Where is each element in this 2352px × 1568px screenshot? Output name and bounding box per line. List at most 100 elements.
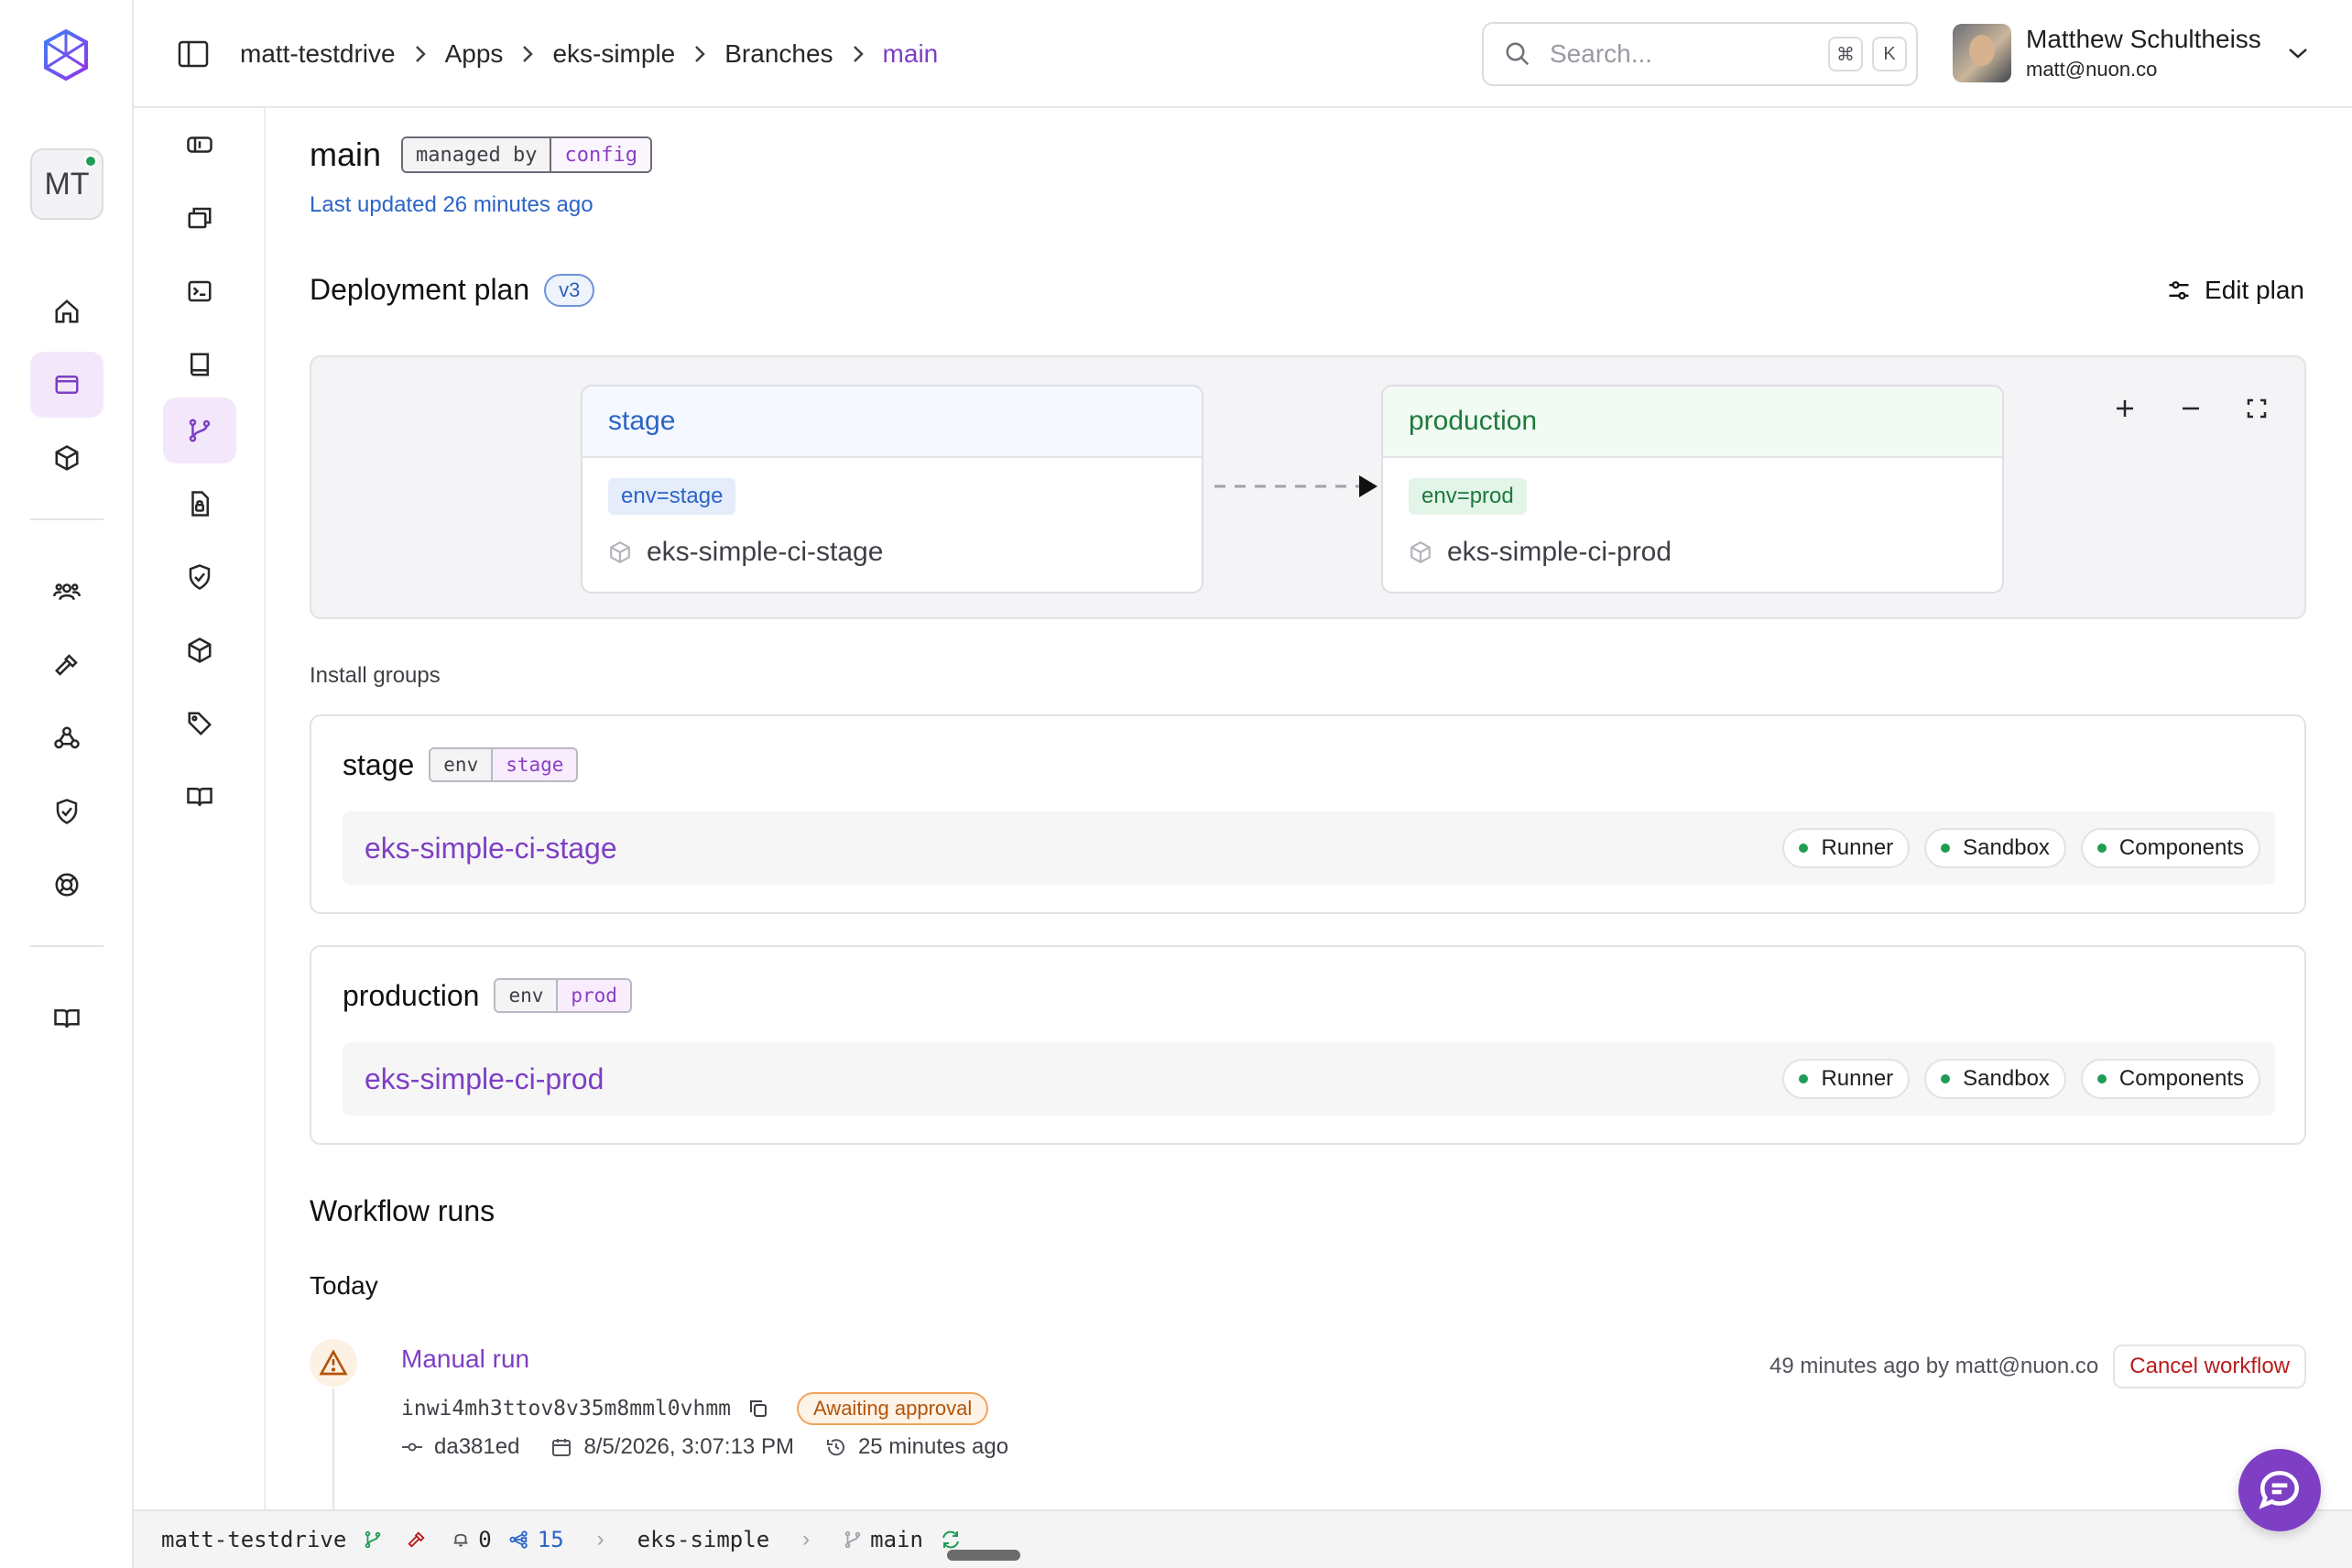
statusbar-app[interactable]: eks-simple — [637, 1527, 770, 1552]
plan-node-install: eks-simple-ci-stage — [647, 537, 884, 567]
support-icon[interactable] — [30, 852, 103, 918]
secrets-file-lock-icon[interactable] — [163, 471, 236, 537]
install-groups-label: Install groups — [310, 663, 441, 688]
workflow-runs-title: Workflow runs — [310, 1194, 495, 1227]
builds-hammer-icon[interactable] — [30, 632, 103, 698]
install-row[interactable]: eks-simple-ci-prod Runner Sandbox Compon… — [343, 1042, 2275, 1116]
org-avatar[interactable]: MT — [30, 148, 103, 220]
horizontal-scrollbar[interactable] — [947, 1550, 1020, 1561]
workflow-run-link[interactable]: Manual run — [401, 1345, 529, 1374]
install-cube-icon — [1409, 540, 1447, 564]
app-rail: MT — [0, 0, 134, 1568]
workflow-run-id: inwi4mh3ttov8v35m8mml0vhmm — [401, 1397, 732, 1421]
sync-icon[interactable] — [940, 1529, 969, 1551]
run-elapsed: 25 minutes ago — [857, 1434, 1009, 1459]
user-avatar — [1953, 24, 2011, 82]
commit-sha: da381ed — [434, 1434, 520, 1459]
tags-icon[interactable] — [163, 691, 236, 757]
nodes-status[interactable]: 15 — [508, 1527, 564, 1552]
plan-node-tag: env=stage — [608, 478, 736, 515]
installs-cube-icon[interactable] — [30, 425, 103, 491]
plan-node-stage[interactable]: stage env=stage eks-simple-ci-stage — [581, 385, 1203, 593]
breadcrumb-app[interactable]: eks-simple — [552, 39, 675, 69]
managed-by-badge: managed by config — [401, 136, 652, 173]
team-icon[interactable] — [30, 559, 103, 625]
policies-shield-icon[interactable] — [163, 544, 236, 610]
org-initials: MT — [44, 166, 90, 201]
cancel-workflow-button[interactable]: Cancel workflow — [2113, 1345, 2306, 1388]
status-dot — [2096, 1074, 2107, 1083]
group-env-value: prod — [558, 980, 630, 1011]
chevron-right-icon — [521, 44, 534, 64]
plan-version-badge: v3 — [544, 273, 595, 307]
plan-node-tag: env=prod — [1409, 478, 1527, 515]
status-dot — [1941, 1074, 1951, 1083]
sliders-icon — [2166, 278, 2205, 303]
notifications[interactable]: 0 — [451, 1527, 492, 1552]
rail-divider — [30, 945, 103, 947]
chevron-right-icon — [693, 44, 706, 64]
statusbar-org[interactable]: matt-testdrive — [161, 1527, 346, 1552]
status-badge-runner: Runner — [1782, 1059, 1911, 1099]
page-title: main — [310, 136, 382, 173]
user-email: matt@nuon.co — [2026, 58, 2158, 81]
run-date: 8/5/2026, 3:07:13 PM — [583, 1434, 794, 1459]
docs-book-icon[interactable] — [30, 985, 103, 1051]
zoom-out-icon[interactable] — [2172, 390, 2209, 427]
terminal-icon[interactable] — [163, 258, 236, 324]
status-dot — [1799, 844, 1809, 853]
breadcrumb-apps[interactable]: Apps — [445, 39, 504, 69]
copy-icon[interactable] — [747, 1398, 769, 1420]
install-link[interactable]: eks-simple-ci-stage — [365, 832, 1782, 866]
status-label: Runner — [1821, 1066, 1894, 1091]
sidebar-toggle-icon[interactable] — [178, 40, 209, 68]
policies-shield-icon[interactable] — [30, 779, 103, 844]
statusbar-branch[interactable]: main — [843, 1527, 923, 1552]
group-name: production — [343, 978, 480, 1012]
branches-git-icon[interactable] — [163, 397, 236, 463]
group-name: stage — [343, 747, 415, 781]
search-placeholder: Search... — [1550, 39, 1653, 68]
group-env-key: env — [495, 980, 559, 1011]
home-icon[interactable] — [30, 278, 103, 344]
webhooks-icon[interactable] — [30, 705, 103, 771]
breadcrumb-org[interactable]: matt-testdrive — [240, 39, 396, 69]
install-link[interactable]: eks-simple-ci-prod — [365, 1062, 1782, 1096]
git-branch-icon[interactable] — [363, 1530, 390, 1550]
install-row[interactable]: eks-simple-ci-stage Runner Sandbox Compo… — [343, 811, 2275, 885]
status-badge-runner: Runner — [1782, 828, 1911, 868]
chat-support-button[interactable] — [2238, 1449, 2321, 1531]
chevron-right-icon — [852, 44, 865, 64]
status-label: Components — [2118, 835, 2244, 860]
install-group-stage: stage env stage eks-simple-ci-stage Runn… — [310, 714, 2306, 914]
git-branch-icon — [843, 1530, 870, 1550]
app-overview-icon[interactable] — [163, 112, 236, 178]
statusbar-separator: › — [802, 1527, 811, 1552]
statusbar-app-label: eks-simple — [637, 1527, 770, 1552]
deployment-plan-canvas[interactable]: stage env=stage eks-simple-ci-stage prod… — [310, 355, 2306, 619]
plan-node-install: eks-simple-ci-prod — [1447, 537, 1672, 567]
search-input[interactable]: Search... ⌘ K — [1482, 22, 1918, 86]
plan-node-production[interactable]: production env=prod eks-simple-ci-prod — [1381, 385, 2004, 593]
components-stack-icon[interactable] — [163, 185, 236, 251]
installs-cube-icon[interactable] — [163, 617, 236, 683]
group-env-badge: env stage — [429, 747, 579, 782]
zoom-in-icon[interactable] — [2107, 390, 2143, 427]
edit-plan-button[interactable]: Edit plan — [2166, 276, 2304, 305]
warning-icon — [310, 1339, 357, 1387]
breadcrumb-current[interactable]: main — [883, 39, 939, 69]
status-label: Runner — [1821, 835, 1894, 860]
nuon-logo-icon[interactable] — [40, 27, 92, 82]
statusbar-branch-label: main — [870, 1527, 923, 1552]
status-badge-components: Components — [2080, 1059, 2260, 1099]
builds-hammer-icon[interactable] — [407, 1530, 434, 1550]
top-bar: matt-testdrive Apps eks-simple Branches … — [134, 0, 2352, 108]
user-menu[interactable]: Matthew Schultheiss matt@nuon.co — [1953, 24, 2309, 82]
breadcrumb-branches[interactable]: Branches — [724, 39, 833, 69]
group-env-badge: env prod — [494, 978, 632, 1013]
apps-icon[interactable] — [30, 352, 103, 418]
docs-book-open-icon[interactable] — [163, 764, 236, 830]
readme-book-icon[interactable] — [163, 332, 236, 397]
fit-view-icon[interactable] — [2238, 390, 2275, 427]
status-badge-sandbox: Sandbox — [1924, 1059, 2066, 1099]
